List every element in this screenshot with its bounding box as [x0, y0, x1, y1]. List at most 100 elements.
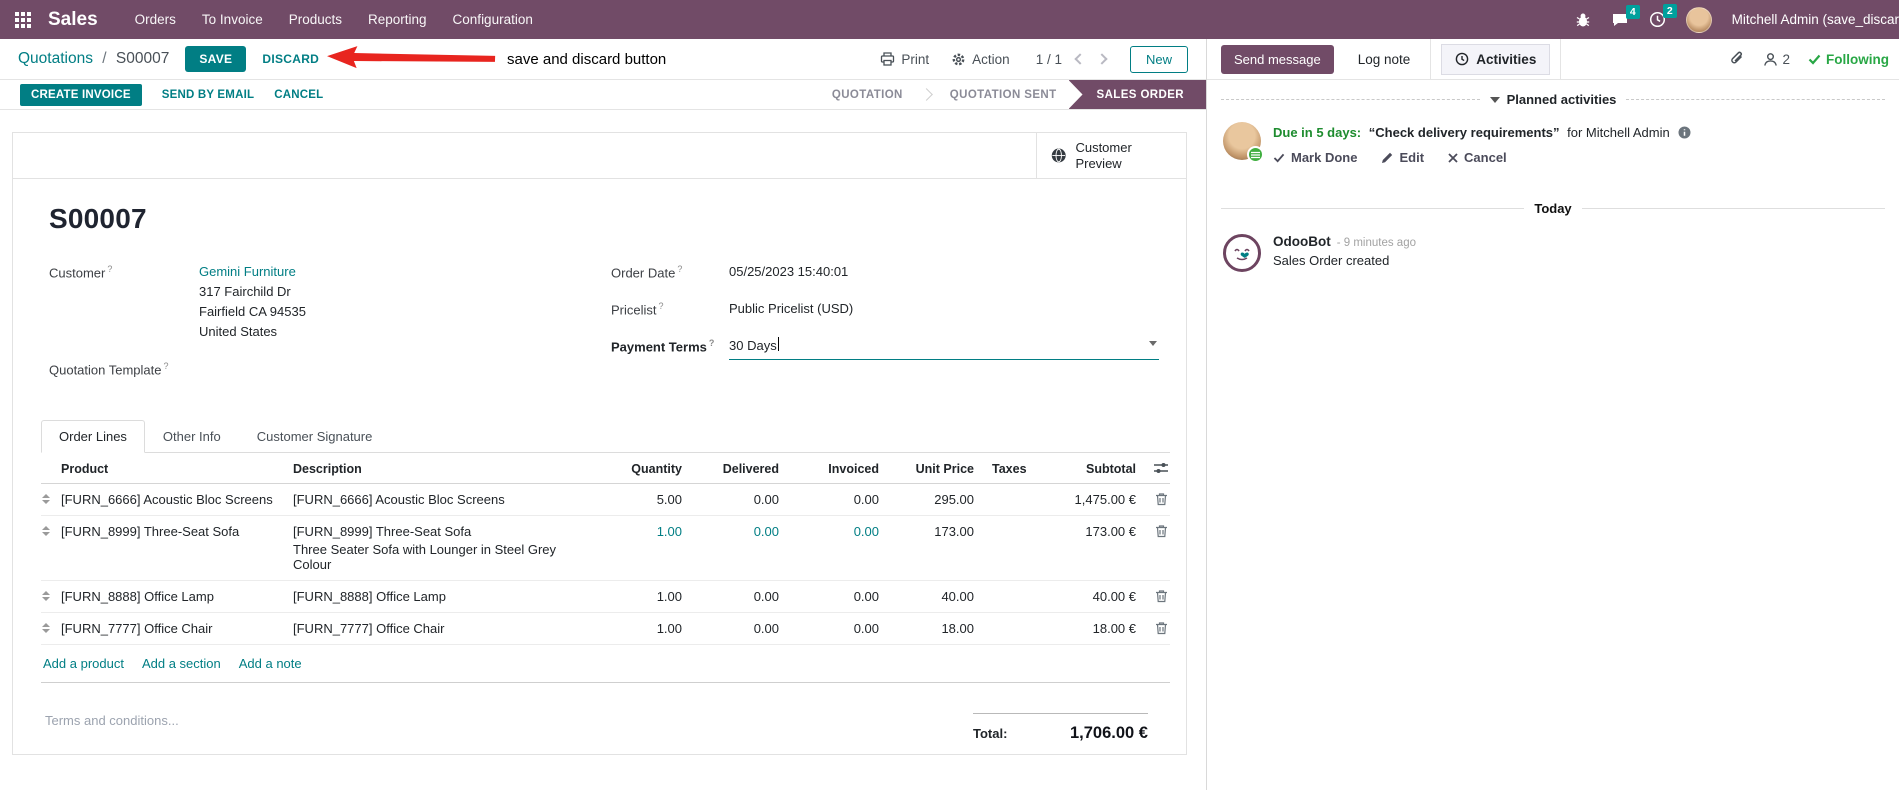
- edit-activity-button[interactable]: Edit: [1381, 149, 1424, 167]
- state-quotation[interactable]: QUOTATION: [816, 80, 919, 109]
- app-title[interactable]: Sales: [48, 9, 98, 31]
- nav-menu: Orders To Invoice Products Reporting Con…: [122, 0, 546, 39]
- x-icon: [1448, 153, 1458, 163]
- customer-label: Customer: [49, 263, 199, 342]
- order-lines-table: Product Description Quantity Delivered I…: [41, 453, 1170, 684]
- debug-bug-icon[interactable]: [1575, 12, 1591, 28]
- create-invoice-button[interactable]: CREATE INVOICE: [20, 83, 142, 106]
- message-timestamp: - 9 minutes ago: [1336, 237, 1416, 250]
- messages-icon[interactable]: 4: [1611, 4, 1640, 28]
- activity-due: Due in 5 days:: [1273, 125, 1362, 140]
- activity-summary-line: Due in 5 days: “Check delivery requireme…: [1273, 124, 1691, 142]
- order-title: S00007: [49, 203, 147, 234]
- apps-grid-icon: [15, 11, 31, 28]
- activity-summary: “Check delivery requirements”: [1368, 125, 1560, 140]
- apps-menu-button[interactable]: [0, 0, 46, 39]
- pricelist-label: Pricelist: [611, 300, 729, 320]
- drag-handle-icon[interactable]: [41, 591, 51, 602]
- check-icon: [1808, 54, 1821, 65]
- breadcrumb-current: S00007: [115, 50, 170, 67]
- dropdown-arrow-icon[interactable]: [1149, 341, 1157, 347]
- order-total: Total: 1,706.00 €: [973, 713, 1148, 743]
- info-icon[interactable]: [1678, 126, 1691, 139]
- followers-button[interactable]: 2: [1763, 52, 1790, 67]
- tab-other-info[interactable]: Other Info: [145, 420, 239, 453]
- payment-terms-label: Payment Terms: [611, 337, 729, 360]
- gear-icon: [952, 53, 965, 65]
- column-settings-icon: [1154, 463, 1168, 474]
- menu-to-invoice[interactable]: To Invoice: [189, 0, 276, 39]
- followers-person-icon: [1764, 52, 1778, 66]
- menu-reporting[interactable]: Reporting: [355, 0, 440, 39]
- state-quotation-sent[interactable]: QUOTATION SENT: [934, 80, 1073, 109]
- tab-order-lines[interactable]: Order Lines: [41, 420, 145, 454]
- state-sales-order[interactable]: SALES ORDER: [1068, 80, 1206, 109]
- clock-icon: [1455, 52, 1469, 66]
- customer-link[interactable]: Gemini Furniture: [199, 263, 306, 282]
- order-date-field[interactable]: 05/25/2023 15:40:01: [729, 263, 848, 283]
- send-message-button[interactable]: Send message: [1221, 44, 1334, 74]
- drag-handle-icon[interactable]: [41, 526, 51, 537]
- user-avatar[interactable]: [1685, 6, 1712, 33]
- delete-row-button[interactable]: [1136, 524, 1170, 538]
- odoobot-avatar: [1223, 234, 1261, 273]
- text-cursor: [777, 337, 779, 352]
- delete-row-button[interactable]: [1136, 589, 1170, 603]
- menu-products[interactable]: Products: [276, 0, 355, 39]
- new-button[interactable]: New: [1129, 45, 1188, 73]
- user-name[interactable]: Mitchell Admin (save_discar: [1732, 12, 1899, 27]
- payment-terms-field[interactable]: 30 Days: [729, 337, 1159, 361]
- optional-columns-button[interactable]: [1136, 462, 1170, 474]
- trash-icon: [1156, 525, 1167, 538]
- form-sheet: Customer Preview S00007 Customer Gemini …: [12, 132, 1187, 755]
- log-note-button[interactable]: Log note: [1348, 45, 1421, 74]
- add-a-note-link[interactable]: Add a note: [239, 656, 302, 671]
- followers-count: 2: [1782, 51, 1790, 67]
- order-date-label: Order Date: [611, 263, 729, 283]
- action-button[interactable]: Action: [951, 52, 1010, 67]
- table-row[interactable]: [FURN_7777] Office Chair [FURN_7777] Off…: [41, 613, 1170, 646]
- add-a-section-link[interactable]: Add a section: [142, 656, 221, 671]
- print-button[interactable]: Print: [880, 52, 929, 67]
- activities-button[interactable]: Activities: [1441, 43, 1551, 75]
- tab-customer-signature[interactable]: Customer Signature: [239, 420, 391, 453]
- mark-done-button[interactable]: Mark Done: [1273, 149, 1357, 167]
- save-button[interactable]: SAVE: [185, 46, 247, 72]
- print-icon: [881, 52, 895, 66]
- table-row[interactable]: [FURN_8888] Office Lamp [FURN_8888] Offi…: [41, 581, 1170, 614]
- breadcrumb: Quotations / S00007: [18, 50, 169, 68]
- menu-configuration[interactable]: Configuration: [440, 0, 546, 39]
- send-by-email-button[interactable]: SEND BY EMAIL: [162, 89, 254, 101]
- attachments-paperclip-icon[interactable]: [1729, 51, 1745, 68]
- table-row[interactable]: [FURN_8999] Three-Seat Sofa [FURN_8999] …: [41, 516, 1170, 582]
- pager-next-icon[interactable]: [1096, 53, 1108, 65]
- drag-handle-icon[interactable]: [41, 494, 51, 505]
- pager-previous-icon[interactable]: [1074, 53, 1086, 65]
- collapse-triangle-icon: [1489, 96, 1500, 103]
- trash-icon: [1156, 590, 1167, 603]
- terms-and-conditions-placeholder[interactable]: Terms and conditions...: [45, 713, 179, 743]
- top-navbar: Sales Orders To Invoice Products Reporti…: [0, 0, 1899, 39]
- cancel-activity-button[interactable]: Cancel: [1448, 149, 1507, 167]
- table-row[interactable]: [FURN_6666] Acoustic Bloc Screens [FURN_…: [41, 484, 1170, 517]
- message-author[interactable]: OdooBot: [1273, 234, 1331, 249]
- discard-button[interactable]: DISCARD: [262, 52, 319, 66]
- menu-orders[interactable]: Orders: [122, 0, 189, 39]
- cancel-button[interactable]: CANCEL: [274, 89, 323, 101]
- breadcrumb-quotations-link[interactable]: Quotations: [18, 50, 93, 67]
- add-a-product-link[interactable]: Add a product: [43, 656, 124, 671]
- delete-row-button[interactable]: [1136, 621, 1170, 635]
- customer-preview-button[interactable]: Customer Preview: [1036, 133, 1186, 178]
- planned-activities-toggle[interactable]: Planned activities: [1489, 92, 1616, 107]
- pricelist-field[interactable]: Public Pricelist (USD): [729, 300, 853, 320]
- delete-row-button[interactable]: [1136, 492, 1170, 506]
- divider: [1560, 39, 1562, 80]
- planned-activities-section: Planned activities: [1221, 92, 1886, 107]
- today-divider: Today: [1221, 201, 1886, 216]
- check-icon: [1273, 154, 1285, 163]
- activity-clock-icon[interactable]: 2: [1649, 4, 1677, 28]
- control-panel: Quotations / S00007 SAVE DISCARD Print A…: [0, 39, 1206, 80]
- chatter-panel: Send message Log note Activities 2 Follo…: [1207, 39, 1899, 790]
- drag-handle-icon[interactable]: [41, 623, 51, 634]
- following-button[interactable]: Following: [1808, 52, 1889, 67]
